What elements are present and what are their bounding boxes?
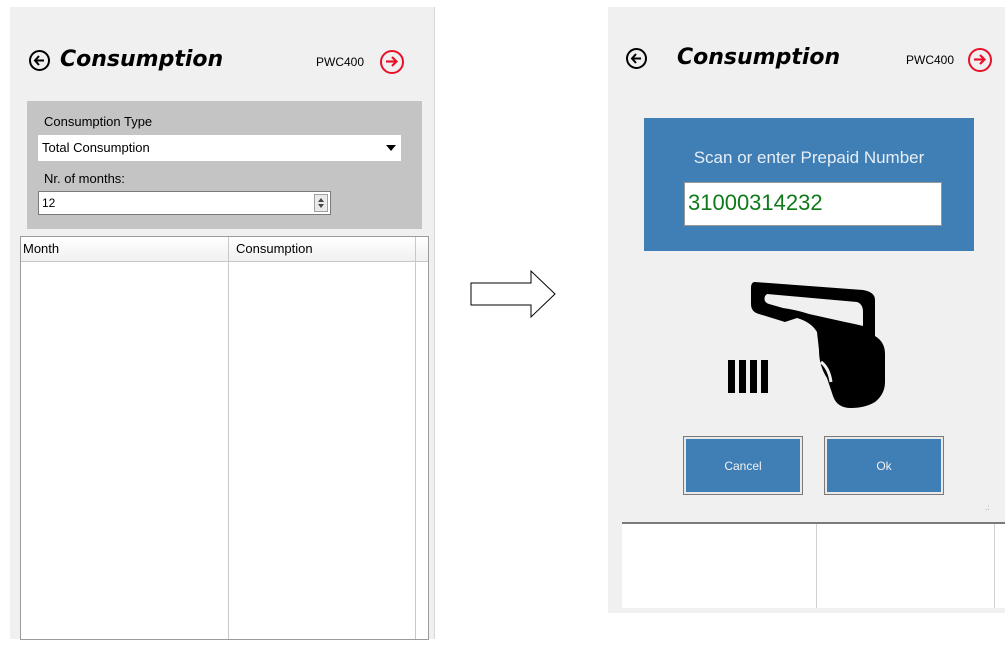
- consumption-type-label: Consumption Type: [44, 114, 153, 129]
- consumption-grid[interactable]: Month Consumption: [20, 236, 429, 640]
- back-arrow-icon: [630, 53, 641, 64]
- back-arrow-icon: [33, 55, 44, 66]
- results-grid-bottom: [622, 522, 1005, 608]
- prepaid-scan-dialog: Scan or enter Prepaid Number 31000314232: [644, 118, 974, 251]
- device-code: PWC400: [316, 55, 365, 69]
- column-divider: [994, 524, 995, 608]
- stepper-up-icon[interactable]: [318, 198, 324, 202]
- stepper-buttons[interactable]: [314, 194, 328, 212]
- resize-grip[interactable]: .:: [985, 503, 989, 512]
- page-title: Consumption: [677, 45, 841, 70]
- consumption-type-value: Total Consumption: [42, 140, 150, 155]
- column-month[interactable]: Month: [23, 241, 59, 256]
- column-consumption[interactable]: Consumption: [236, 241, 313, 256]
- scan-prompt: Scan or enter Prepaid Number: [693, 148, 925, 167]
- chevron-down-icon[interactable]: [386, 145, 396, 151]
- back-button[interactable]: [626, 48, 647, 69]
- months-stepper[interactable]: 12: [38, 191, 331, 215]
- column-divider: [415, 237, 416, 639]
- consumption-type-select[interactable]: Total Consumption: [38, 135, 401, 161]
- next-button[interactable]: [380, 50, 404, 74]
- months-label: Nr. of months:: [44, 171, 125, 186]
- cancel-button[interactable]: Cancel: [683, 436, 803, 495]
- back-button[interactable]: [29, 50, 50, 71]
- ok-button[interactable]: Ok: [824, 436, 944, 495]
- barcode-scanner-icon: [728, 282, 885, 408]
- page-title: Consumption: [60, 47, 224, 72]
- column-divider: [816, 524, 817, 608]
- next-arrow-icon: [386, 56, 399, 67]
- prepaid-number-input[interactable]: 31000314232: [684, 182, 942, 226]
- stepper-down-icon[interactable]: [318, 204, 324, 208]
- next-arrow-icon: [974, 54, 987, 65]
- next-button[interactable]: [968, 48, 992, 72]
- right-arrow-icon: [470, 269, 556, 319]
- device-code: PWC400: [906, 53, 955, 67]
- column-divider: [228, 237, 229, 639]
- grid-header: Month Consumption: [21, 237, 428, 262]
- months-value: 12: [42, 196, 56, 210]
